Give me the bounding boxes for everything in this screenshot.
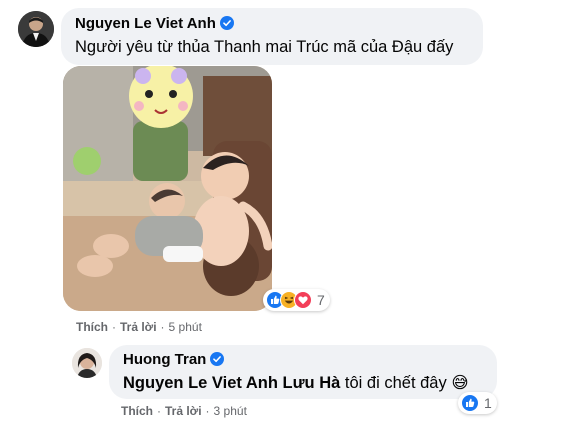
verified-badge-icon [219, 16, 234, 30]
reaction-count: 1 [484, 395, 492, 411]
mention-link[interactable]: Nguyen Le Viet Anh Lưu Hà [123, 374, 340, 392]
love-icon [294, 291, 312, 309]
reply-avatar[interactable] [72, 348, 102, 378]
reaction-summary[interactable]: 7 [263, 289, 330, 311]
grinning-sweat-emoji-icon: 😅 [451, 374, 469, 392]
like-button[interactable]: Thích [121, 404, 153, 418]
reply-text: Nguyen Le Viet Anh Lưu Hà tôi đi chết đâ… [123, 374, 469, 392]
commenter-avatar[interactable] [18, 11, 54, 47]
comment-text: Người yêu từ thủa Thanh mai Trúc mã của … [75, 38, 454, 56]
reply-actions: Thích · Trả lời · 3 phút [121, 404, 247, 418]
reaction-count: 7 [317, 292, 325, 308]
reply-bubble: Huong Tran Nguyen Le Viet Anh Lưu Hà tôi… [109, 345, 497, 399]
comment-actions: Thích · Trả lời · 5 phút [76, 320, 202, 334]
comment-bubble: Nguyen Le Viet Anh Người yêu từ thủa Tha… [61, 8, 483, 65]
like-button[interactable]: Thích [76, 320, 108, 334]
reply-timestamp[interactable]: 3 phút [214, 404, 247, 418]
comment-author[interactable]: Nguyen Le Viet Anh [75, 15, 234, 32]
comment-timestamp[interactable]: 5 phút [169, 320, 202, 334]
reply-button[interactable]: Trả lời [120, 320, 157, 334]
verified-badge-icon [210, 352, 225, 366]
reply-reaction-summary[interactable]: 1 [458, 392, 497, 414]
reply-author[interactable]: Huong Tran [123, 351, 225, 368]
like-icon [461, 394, 479, 412]
comment-photo[interactable] [63, 66, 272, 311]
reply-button[interactable]: Trả lời [165, 404, 202, 418]
